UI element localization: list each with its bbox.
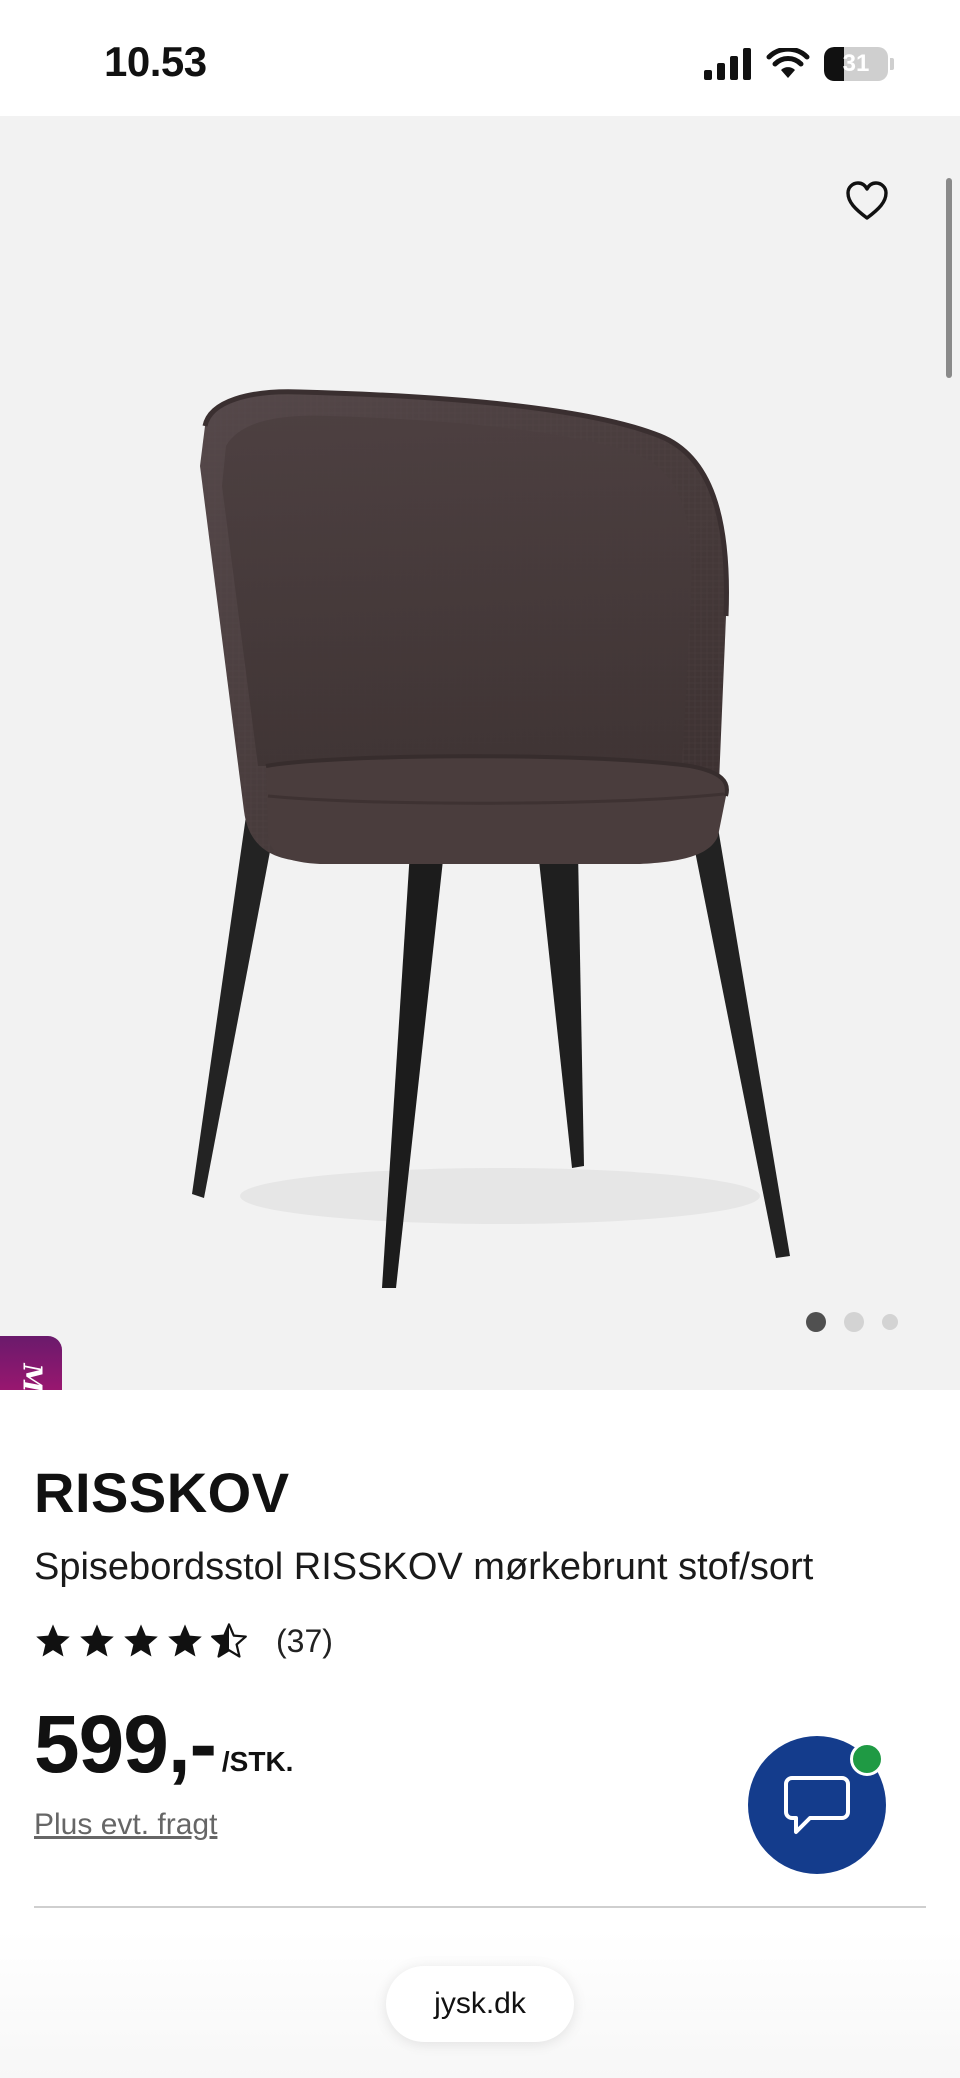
product-brand: RISSKOV xyxy=(34,1461,290,1524)
battery-level: 31 xyxy=(842,50,870,77)
product-price: 599,- xyxy=(34,1699,217,1790)
star-full-icon xyxy=(36,1624,70,1657)
molly-label: Molly xyxy=(16,1364,46,1390)
battery-cap xyxy=(890,58,894,70)
price-row: 599,- /STK. xyxy=(34,1704,293,1786)
star-full-icon xyxy=(124,1624,158,1657)
chat-online-indicator xyxy=(850,1742,884,1776)
product-image-gallery[interactable]: Molly xyxy=(0,116,960,1390)
scrollbar-thumb[interactable] xyxy=(946,178,952,378)
status-icons: 31 xyxy=(704,44,894,84)
product-info: RISSKOV Spisebordsstol RISSKOV mørkebrun… xyxy=(0,1390,960,2078)
status-time: 10.53 xyxy=(104,38,207,85)
star-full-icon xyxy=(168,1624,202,1657)
cellular-signal-icon xyxy=(704,48,751,80)
star-half-icon xyxy=(211,1623,247,1658)
status-bar: 10.53 31 xyxy=(0,0,960,116)
price-unit: /STK. xyxy=(221,1746,294,1777)
star-full-icon xyxy=(80,1624,114,1657)
review-count[interactable]: (37) xyxy=(276,1623,333,1660)
molly-assistant-tab[interactable]: Molly xyxy=(0,1336,62,1390)
chat-bubble-icon xyxy=(784,1776,850,1834)
divider xyxy=(34,1906,926,1908)
shipping-link[interactable]: Plus evt. fragt xyxy=(34,1808,217,1842)
pagination-dot-2[interactable] xyxy=(844,1312,864,1332)
product-name: Spisebordsstol RISSKOV mørkebrunt stof/s… xyxy=(34,1546,814,1588)
battery-icon: 31 xyxy=(824,47,888,81)
product-rating[interactable]: (37) xyxy=(34,1622,333,1660)
product-image[interactable] xyxy=(170,296,810,1306)
heart-outline-icon xyxy=(846,181,888,220)
browser-url-pill[interactable]: jysk.dk xyxy=(386,1966,574,2042)
favorite-button[interactable] xyxy=(840,174,894,228)
gallery-pagination xyxy=(806,1312,898,1332)
wifi-icon xyxy=(766,48,810,78)
pagination-dot-3[interactable] xyxy=(882,1314,898,1330)
pagination-dot-1[interactable] xyxy=(806,1312,826,1332)
